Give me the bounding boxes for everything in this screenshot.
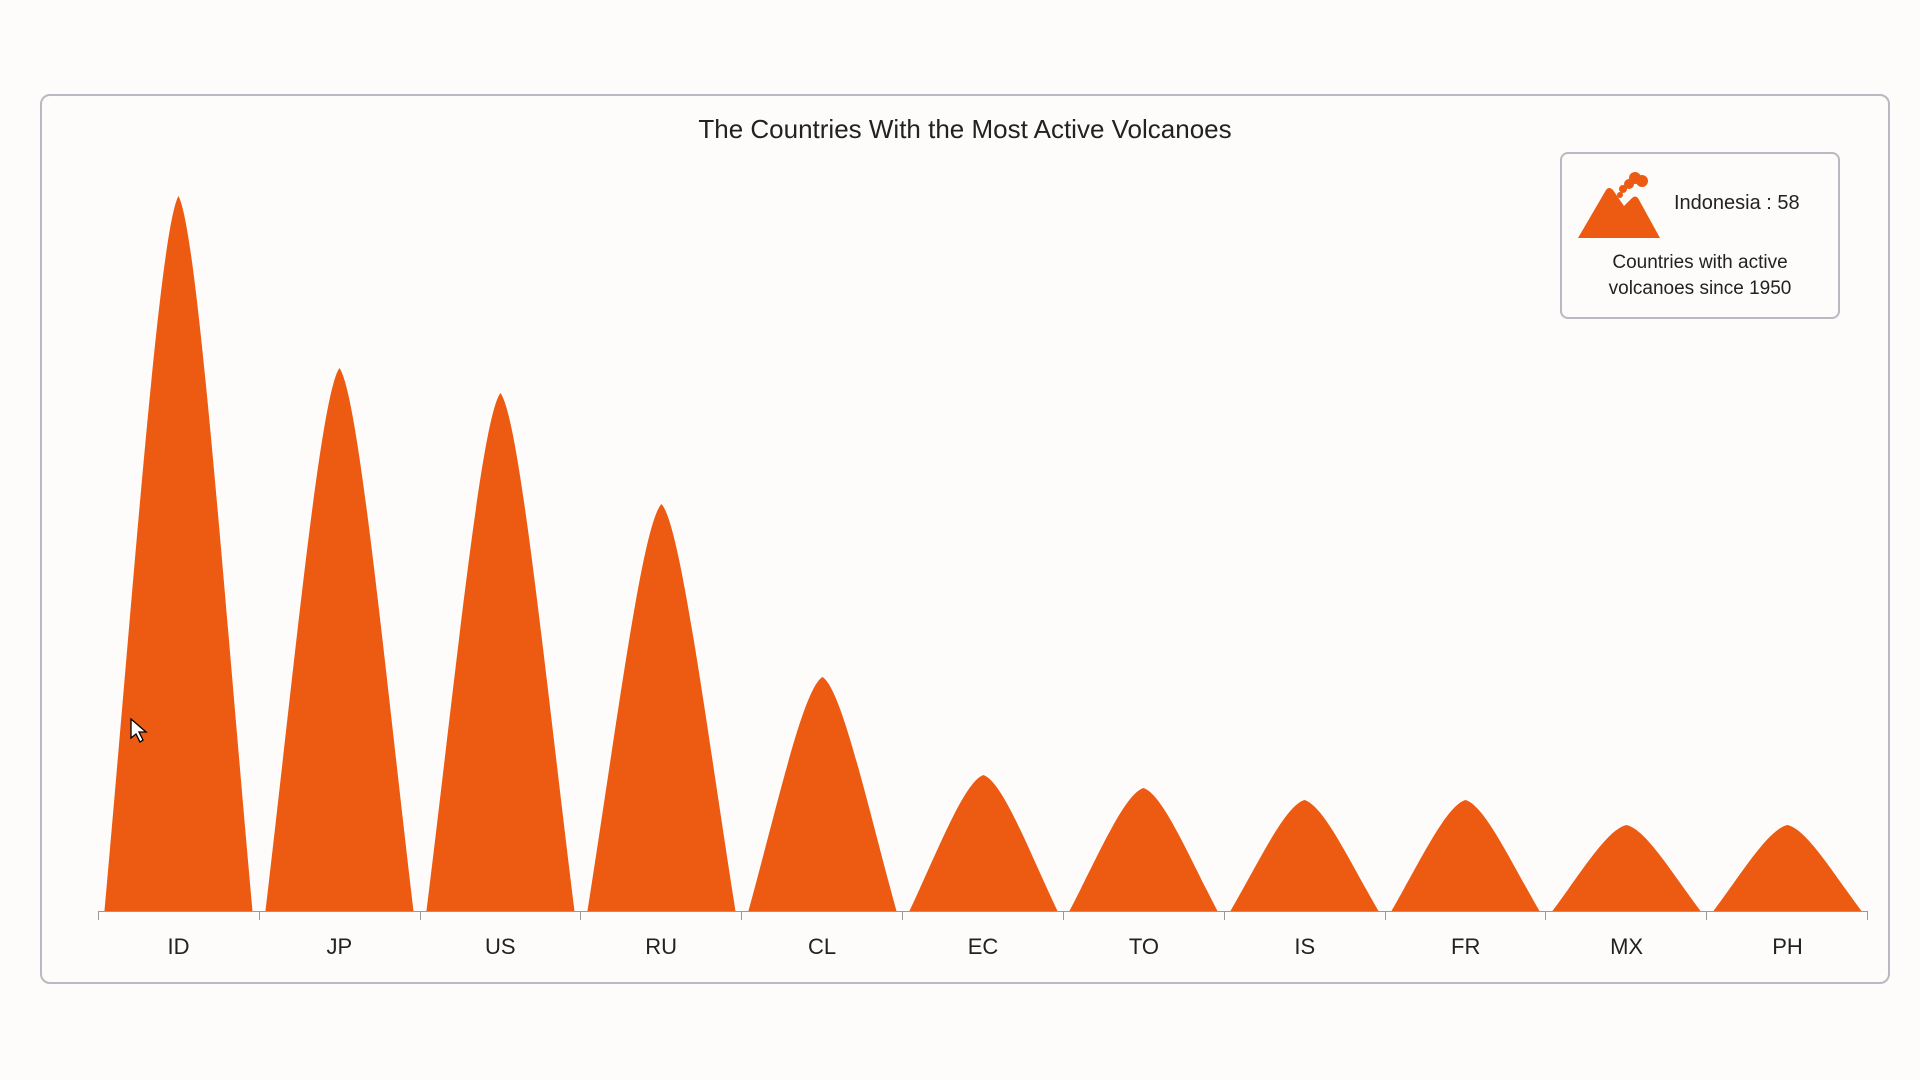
tick (420, 912, 581, 920)
peak-jp[interactable] (259, 176, 420, 911)
tick (741, 912, 902, 920)
x-tick-label: PH (1707, 934, 1868, 960)
peak-id[interactable] (98, 176, 259, 911)
peak-cl[interactable] (742, 176, 903, 911)
peak-is[interactable] (1224, 176, 1385, 911)
x-tick-label: JP (259, 934, 420, 960)
peak-fr[interactable] (1385, 176, 1546, 911)
x-tick-label: TO (1063, 934, 1224, 960)
x-axis-labels: IDJPUSRUCLECTOISFRMXPH (98, 934, 1868, 960)
tick (1385, 912, 1546, 920)
x-tick-label: US (420, 934, 581, 960)
peaks-row (98, 176, 1868, 911)
peak-mx[interactable] (1546, 176, 1707, 911)
tick (1224, 912, 1385, 920)
peak-ph[interactable] (1707, 176, 1868, 911)
x-tick-label: CL (742, 934, 903, 960)
x-axis-ticks (98, 912, 1868, 920)
tick (902, 912, 1063, 920)
x-tick-label: MX (1546, 934, 1707, 960)
tick (1706, 912, 1868, 920)
plot-area (98, 176, 1868, 912)
chart-frame: The Countries With the Most Active Volca… (40, 94, 1890, 984)
peak-ru[interactable] (581, 176, 742, 911)
chart-title: The Countries With the Most Active Volca… (42, 114, 1888, 145)
x-tick-label: EC (903, 934, 1064, 960)
peak-ec[interactable] (903, 176, 1064, 911)
tick (1063, 912, 1224, 920)
tick (259, 912, 420, 920)
tick (1545, 912, 1706, 920)
tick (580, 912, 741, 920)
x-tick-label: IS (1224, 934, 1385, 960)
x-tick-label: RU (581, 934, 742, 960)
x-tick-label: FR (1385, 934, 1546, 960)
peak-to[interactable] (1063, 176, 1224, 911)
peak-us[interactable] (420, 176, 581, 911)
tick (98, 912, 259, 920)
x-tick-label: ID (98, 934, 259, 960)
